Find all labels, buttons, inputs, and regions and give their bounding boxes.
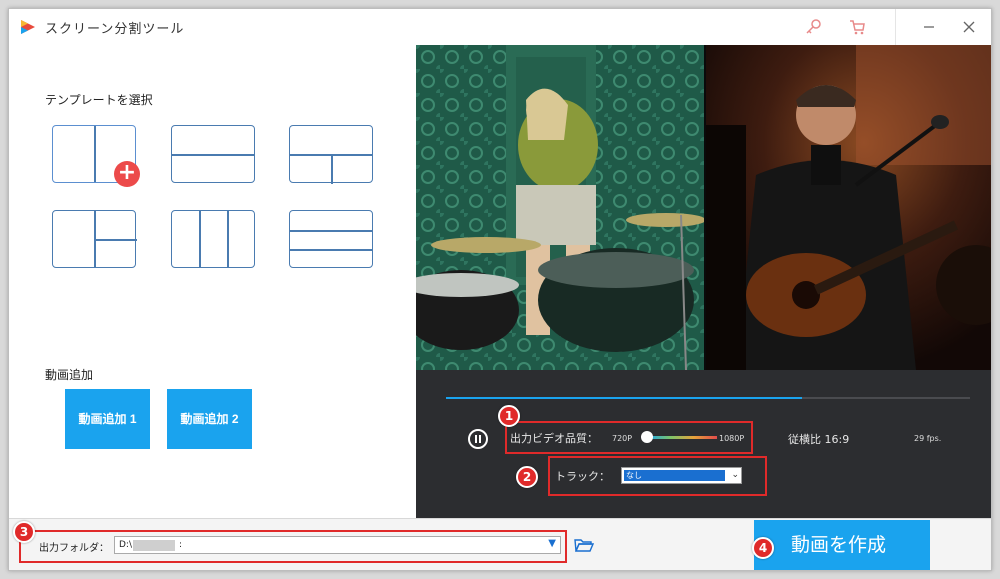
template-three-rows[interactable]: [289, 210, 373, 268]
annotation-box-1: [505, 421, 753, 454]
output-folder-path-redacted: [133, 540, 175, 551]
app-window: スクリーン分割ツール テンプレートを選択 + 動画追加 動画追加 1 動画追加 …: [8, 8, 992, 571]
cart-icon[interactable]: [847, 17, 867, 37]
annotation-badge-3: 3: [13, 521, 35, 543]
pause-button[interactable]: [468, 429, 488, 449]
bottom-bar: 3 出力フォルダ： D:\ : ▼ 動画を作成 4: [9, 518, 991, 570]
output-folder-dropdown-icon[interactable]: ▼: [548, 538, 556, 549]
template-three-columns[interactable]: [171, 210, 255, 268]
title-bar: スクリーン分割ツール: [9, 9, 991, 45]
output-folder-label: 出力フォルダ：: [39, 543, 109, 554]
progress-fill: [446, 397, 803, 399]
template-two-rows[interactable]: [171, 125, 255, 183]
left-panel: テンプレートを選択 + 動画追加 動画追加 1 動画追加 2: [9, 45, 416, 518]
annotation-badge-2: 2: [516, 466, 538, 488]
aspect-ratio-label: 従横比 16:9: [788, 433, 850, 446]
output-folder-path-suffix: :: [179, 540, 183, 550]
close-icon[interactable]: [959, 17, 979, 37]
template-left-right-split[interactable]: [52, 210, 137, 268]
template-top-bottom-split[interactable]: [289, 125, 373, 184]
app-logo-icon: [21, 20, 35, 34]
add-video-section-title: 動画追加: [45, 368, 94, 382]
output-folder-field[interactable]: D:\ : ▼: [114, 536, 561, 554]
annotation-badge-1: 1: [498, 405, 520, 427]
video-left-scene: [416, 45, 706, 370]
video-preview[interactable]: [416, 45, 991, 370]
annotation-box-2: [548, 456, 767, 496]
output-folder-path: D:\: [119, 540, 132, 550]
template-section-title: テンプレートを選択: [45, 93, 153, 107]
app-title: スクリーン分割ツール: [45, 22, 185, 37]
title-separator: [895, 9, 896, 45]
add-video-1-button[interactable]: 動画追加 1: [65, 389, 150, 449]
key-icon[interactable]: [803, 17, 823, 37]
progress-track[interactable]: [446, 397, 970, 399]
add-video-2-button[interactable]: 動画追加 2: [167, 389, 252, 449]
folder-icon[interactable]: [574, 536, 594, 554]
video-right-scene: [706, 45, 991, 370]
fps-label: 29 fps.: [914, 434, 942, 443]
add-video-plus-icon[interactable]: +: [114, 161, 140, 187]
player-controls: 出力ビデオ品質： 720P 1080P 従横比 16:9 29 fps. トラッ…: [416, 370, 991, 518]
create-video-button[interactable]: 動画を作成: [754, 520, 930, 570]
annotation-badge-4: 4: [752, 537, 774, 559]
minimize-icon[interactable]: [919, 17, 939, 37]
video-preview-canvas: [416, 45, 991, 370]
